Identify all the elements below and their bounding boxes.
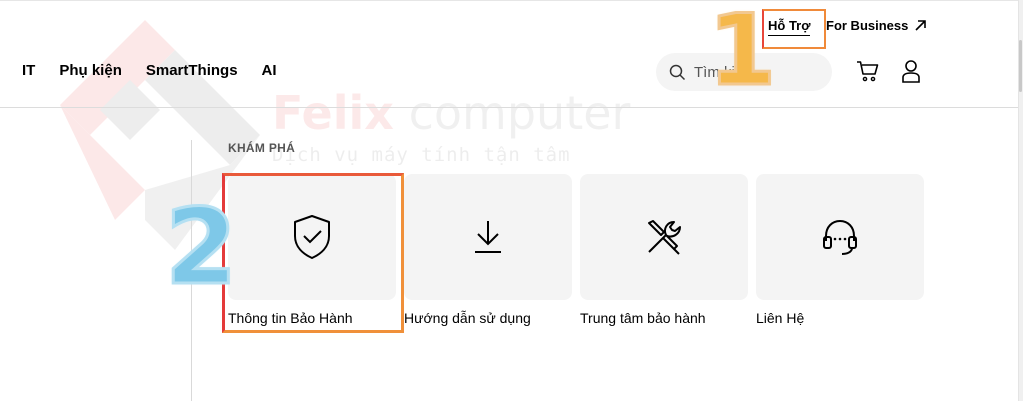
tools-icon [648, 220, 681, 255]
arrow-up-right-icon [915, 20, 927, 31]
scrollbar-thumb[interactable] [1019, 40, 1022, 92]
download-icon [475, 221, 501, 253]
search-icon [669, 64, 686, 80]
card-icon-box [404, 174, 572, 300]
highlight-box-step-2 [222, 173, 404, 333]
main-nav: IT Phụ kiện SmartThings AI [22, 62, 277, 79]
section-heading: KHÁM PHÁ [228, 141, 296, 155]
nav-item-smartthings[interactable]: SmartThings [146, 62, 238, 79]
step-number-1: 1 [706, 0, 777, 108]
card-label: Hướng dẫn sử dụng [404, 310, 531, 326]
watermark-brand-rest: computer [393, 86, 631, 140]
headset-icon [823, 219, 857, 255]
cart-icon[interactable] [856, 59, 880, 83]
watermark-text: Felix computer Dịch vụ máy tính tận tâm [272, 90, 630, 166]
card-icon-box [580, 174, 748, 300]
watermark-brand: Felix [272, 86, 394, 140]
for-business-link[interactable]: For Business [826, 18, 927, 33]
nav-item-ai[interactable]: AI [262, 62, 277, 79]
user-icon[interactable] [900, 59, 922, 83]
nav-item-it[interactable]: IT [22, 62, 35, 79]
nav-item-accessories[interactable]: Phụ kiện [59, 62, 122, 79]
card-user-guide[interactable]: Hướng dẫn sử dụng [404, 174, 572, 326]
card-label: Liên Hệ [756, 310, 805, 326]
card-icon-box [756, 174, 924, 300]
header-divider [0, 107, 1023, 108]
top-border [0, 0, 1023, 1]
step-number-2: 2 [163, 186, 238, 308]
card-label: Trung tâm bảo hành [580, 310, 706, 326]
watermark-tagline: Dịch vụ máy tính tận tâm [272, 144, 571, 166]
for-business-label: For Business [826, 18, 909, 33]
card-service-center[interactable]: Trung tâm bảo hành [580, 174, 748, 326]
card-contact[interactable]: Liên Hệ [756, 174, 924, 326]
